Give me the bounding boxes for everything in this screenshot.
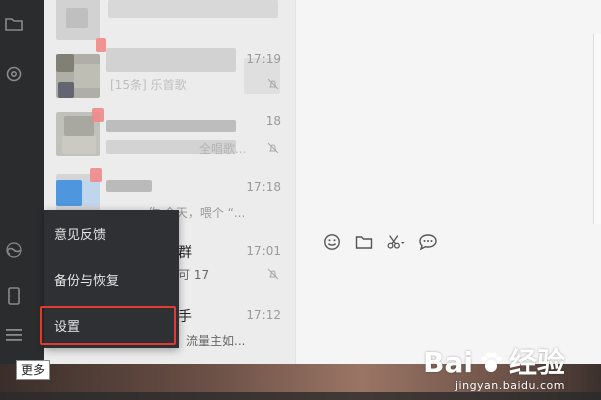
window-edge [593, 34, 601, 224]
chat-time: 17:18 [246, 180, 281, 194]
screenshot-icon[interactable] [386, 232, 406, 252]
composer-toolbar [322, 232, 438, 252]
chat-title: 群 [178, 245, 192, 261]
chat-preview: 可 17 [178, 268, 210, 282]
chat-preview: [15条] 乐首歌 [110, 78, 187, 92]
baidu-jingyan-watermark: Bai 经验 jingyan.baidu.com [423, 349, 565, 393]
menu-item-backup-restore[interactable]: 备份与恢复 [44, 258, 179, 300]
watermark-subtitle: jingyan.baidu.com [454, 379, 565, 392]
chat-main-area [295, 0, 601, 364]
mute-icon [267, 78, 279, 90]
chat-item[interactable]: 18 全唱歌... [44, 102, 295, 166]
paw-icon [481, 352, 502, 372]
chat-bubble-icon[interactable] [418, 232, 438, 252]
avatar [56, 0, 100, 40]
menu-item-feedback[interactable]: 意见反馈 [44, 212, 179, 254]
chat-title: 手 [178, 309, 192, 325]
watermark-title-right: 经验 [508, 346, 565, 379]
tooltip-label: 更多 [21, 363, 46, 377]
avatar [56, 54, 100, 98]
watermark-title-left: Bai [423, 346, 473, 379]
emoji-icon[interactable] [322, 232, 342, 252]
menu-item-settings[interactable]: 设置 [44, 304, 179, 346]
taskbar [0, 392, 601, 400]
more-tooltip: 更多 [16, 360, 51, 380]
chat-time: 17:01 [246, 244, 281, 258]
phone-icon[interactable] [4, 286, 24, 306]
mute-icon [267, 142, 279, 154]
chat-time: 17:12 [246, 308, 281, 322]
left-sidebar [0, 0, 44, 364]
chat-item[interactable] [44, 0, 295, 50]
folder-icon[interactable] [4, 14, 24, 34]
more-menu: 意见反馈 备份与恢复 设置 [44, 210, 179, 348]
menu-item-label: 设置 [54, 319, 81, 335]
chat-time: 18 [265, 114, 281, 128]
mute-icon [267, 268, 279, 280]
plugin-icon[interactable] [4, 64, 24, 84]
chat-preview: 流量主如... [186, 334, 246, 348]
app-window: 17:19 [15条] 乐首歌 18 全唱歌... 17:18 你 今天，喂个 … [0, 0, 601, 400]
folder-icon[interactable] [354, 232, 374, 252]
menu-item-label: 备份与恢复 [54, 273, 120, 289]
mini-program-icon[interactable] [4, 240, 24, 260]
chat-time: 17:19 [246, 52, 281, 66]
chat-item[interactable]: 17:19 [15条] 乐首歌 [44, 38, 295, 108]
menu-icon[interactable] [4, 325, 24, 345]
watermark-title: Bai 经验 [423, 349, 565, 377]
chat-preview: 全唱歌... [199, 142, 247, 156]
menu-item-label: 意见反馈 [54, 227, 107, 243]
